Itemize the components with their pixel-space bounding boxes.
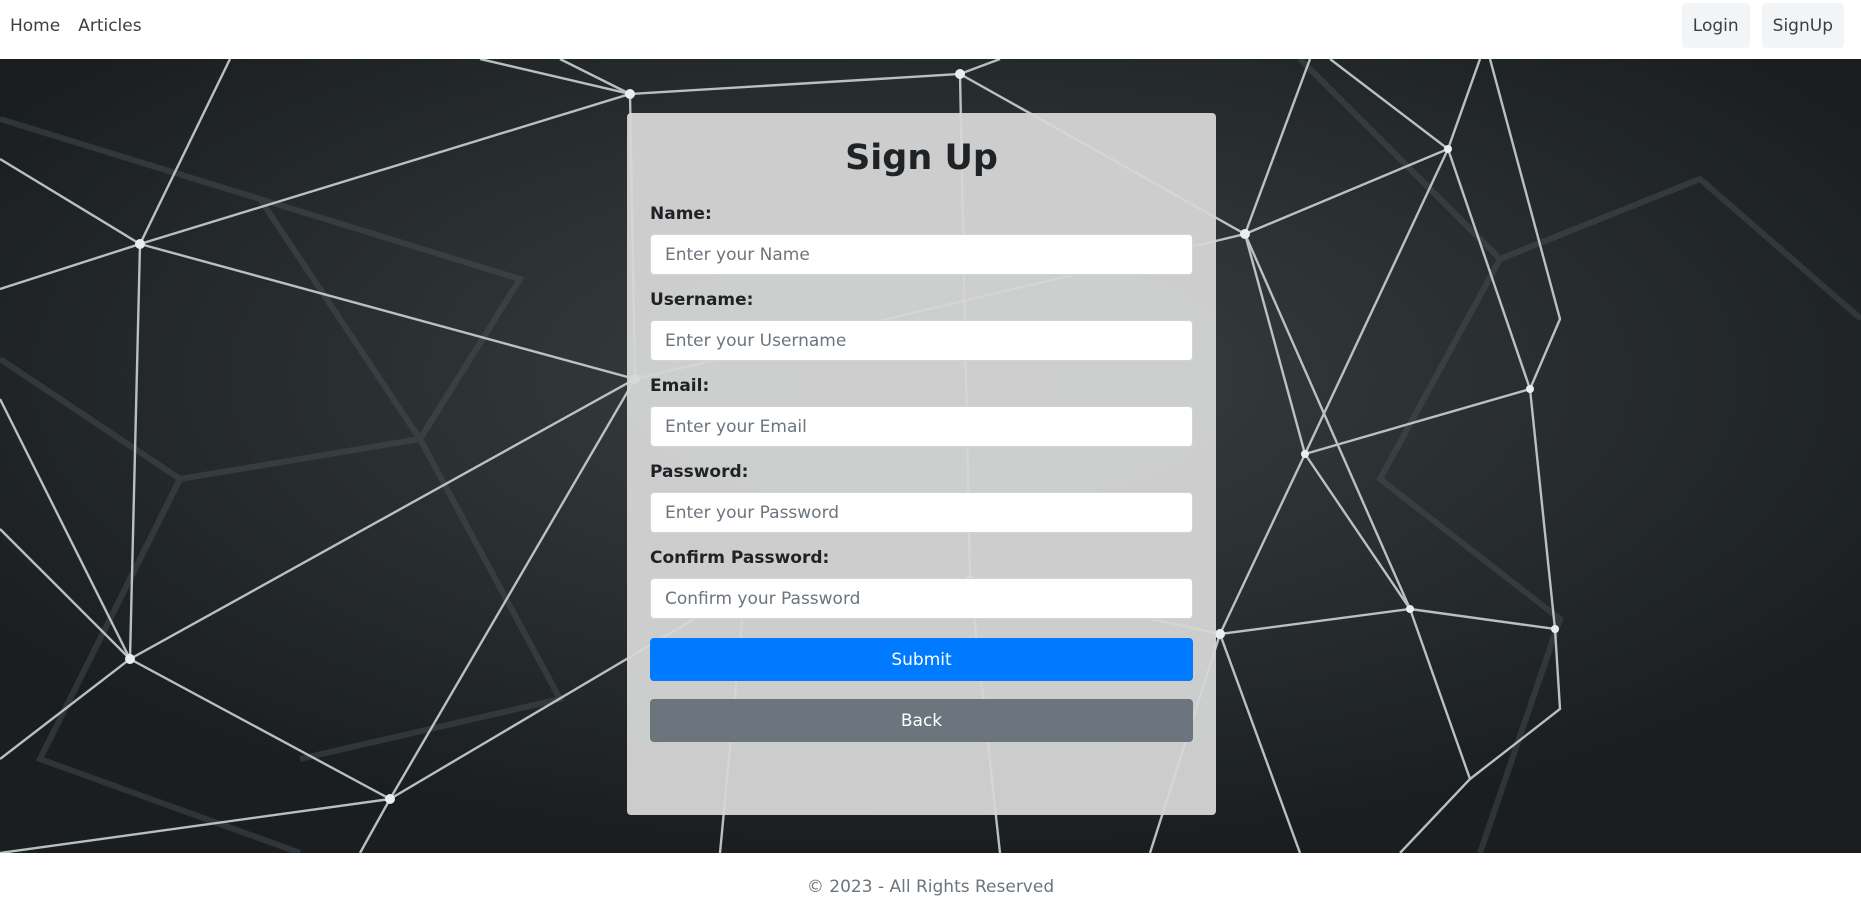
password-input[interactable] xyxy=(650,492,1193,533)
submit-button[interactable]: Submit xyxy=(650,638,1193,681)
footer: © 2023 - All Rights Reserved xyxy=(0,853,1861,918)
password-field-group: Password: xyxy=(650,461,1193,533)
password-label: Password: xyxy=(650,462,749,482)
email-label: Email: xyxy=(650,376,710,396)
username-input[interactable] xyxy=(650,320,1193,361)
signup-button[interactable]: SignUp xyxy=(1761,3,1844,48)
signup-card: Sign Up Name: Username: Email: Password:… xyxy=(627,113,1216,815)
confirm-password-input[interactable] xyxy=(650,578,1193,619)
name-label: Name: xyxy=(650,204,712,224)
nav-link-home[interactable]: Home xyxy=(10,16,60,36)
confirm-password-label: Confirm Password: xyxy=(650,548,830,568)
copyright-text: © 2023 - All Rights Reserved xyxy=(806,877,1055,897)
nav-links: Home Articles xyxy=(10,0,142,52)
username-label: Username: xyxy=(650,290,754,310)
email-field-group: Email: xyxy=(650,375,1193,447)
nav-link-articles[interactable]: Articles xyxy=(78,16,141,36)
page-title: Sign Up xyxy=(845,138,998,178)
email-input[interactable] xyxy=(650,406,1193,447)
username-field-group: Username: xyxy=(650,289,1193,361)
back-button[interactable]: Back xyxy=(650,699,1193,742)
name-input[interactable] xyxy=(650,234,1193,275)
navbar: Home Articles Login SignUp xyxy=(0,0,1861,59)
confirm-password-field-group: Confirm Password: xyxy=(650,547,1193,619)
nav-auth-buttons: Login SignUp xyxy=(1681,3,1844,48)
login-button[interactable]: Login xyxy=(1681,3,1750,48)
name-field-group: Name: xyxy=(650,203,1193,275)
hero-section: Sign Up Name: Username: Email: Password:… xyxy=(0,59,1861,853)
